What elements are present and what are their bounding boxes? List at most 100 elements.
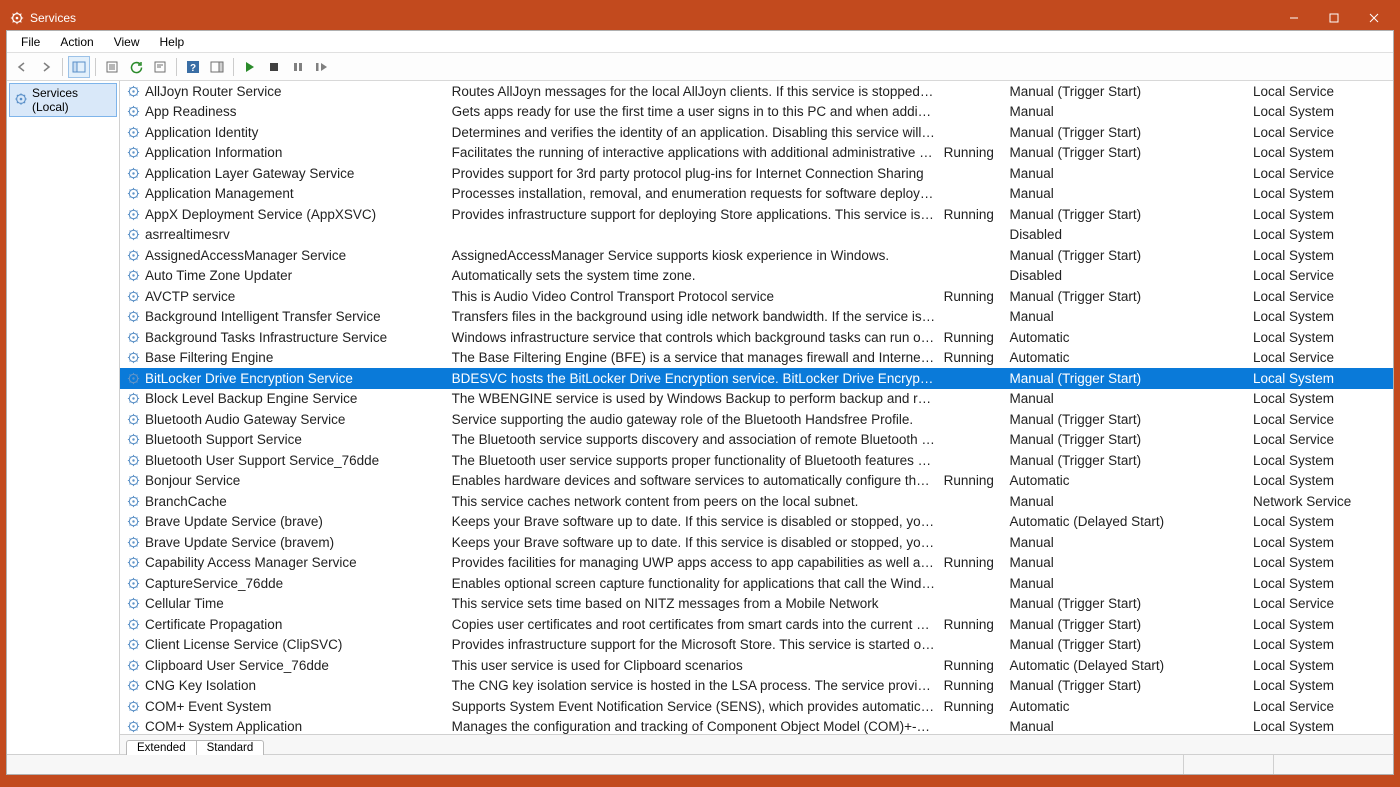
service-row[interactable]: Certificate PropagationCopies user certi…: [120, 614, 1393, 635]
service-row[interactable]: Client License Service (ClipSVC) Provides…: [120, 635, 1393, 656]
service-startup-type: Manual: [1008, 307, 1251, 328]
service-row[interactable]: Bluetooth Audio Gateway ServiceService s…: [120, 409, 1393, 430]
service-row[interactable]: Capability Access Manager ServiceProvide…: [120, 553, 1393, 574]
service-row[interactable]: COM+ System ApplicationManages the confi…: [120, 717, 1393, 735]
service-description: This is Audio Video Control Transport Pr…: [450, 286, 942, 307]
service-row[interactable]: Base Filtering EngineThe Base Filtering …: [120, 348, 1393, 369]
service-row[interactable]: Background Tasks Infrastructure ServiceW…: [120, 327, 1393, 348]
tab-standard[interactable]: Standard: [196, 740, 265, 755]
service-logon-as: Local Service: [1251, 122, 1393, 143]
pause-service-button[interactable]: [287, 56, 309, 78]
service-row[interactable]: Brave Update Service (bravem)Keeps your …: [120, 532, 1393, 553]
service-logon-as: Local Service: [1251, 81, 1393, 102]
service-status: [942, 594, 1008, 615]
service-gear-icon: [126, 678, 141, 693]
service-gear-icon: [126, 596, 141, 611]
service-status: [942, 122, 1008, 143]
status-section: [1183, 755, 1273, 774]
service-row[interactable]: Bluetooth Support ServiceThe Bluetooth s…: [120, 430, 1393, 451]
menu-help[interactable]: Help: [150, 33, 195, 51]
menu-action[interactable]: Action: [50, 33, 103, 51]
service-logon-as: Local System: [1251, 225, 1393, 246]
service-row[interactable]: Application InformationFacilitates the r…: [120, 143, 1393, 164]
service-row[interactable]: Background Intelligent Transfer ServiceT…: [120, 307, 1393, 328]
service-description: Provides infrastructure support for the …: [450, 635, 942, 656]
service-logon-as: Local System: [1251, 471, 1393, 492]
service-row[interactable]: AVCTP serviceThis is Audio Video Control…: [120, 286, 1393, 307]
service-row[interactable]: Block Level Backup Engine ServiceThe WBE…: [120, 389, 1393, 410]
service-gear-icon: [126, 330, 141, 345]
service-status: Running: [942, 553, 1008, 574]
service-row[interactable]: Auto Time Zone UpdaterAutomatically sets…: [120, 266, 1393, 287]
restart-service-button[interactable]: [311, 56, 333, 78]
service-row[interactable]: Bonjour ServiceEnables hardware devices …: [120, 471, 1393, 492]
services-list-scroll[interactable]: AllJoyn Router ServiceRoutes AllJoyn mes…: [120, 81, 1393, 734]
service-gear-icon: [126, 514, 141, 529]
service-startup-type: Automatic: [1008, 696, 1251, 717]
service-name: COM+ System Application: [145, 719, 302, 734]
service-gear-icon: [126, 186, 141, 201]
start-service-button[interactable]: [239, 56, 261, 78]
service-name: Client License Service (ClipSVC): [145, 637, 342, 652]
refresh-button[interactable]: [125, 56, 147, 78]
service-logon-as: Local Service: [1251, 430, 1393, 451]
service-row[interactable]: Cellular TimeThis service sets time base…: [120, 594, 1393, 615]
service-startup-type: Manual: [1008, 491, 1251, 512]
service-row[interactable]: AssignedAccessManager ServiceAssignedAcc…: [120, 245, 1393, 266]
service-row[interactable]: CNG Key IsolationThe CNG key isolation s…: [120, 676, 1393, 697]
service-description: Gets apps ready for use the first time a…: [450, 102, 942, 123]
service-gear-icon: [126, 371, 141, 386]
service-row[interactable]: AppX Deployment Service (AppXSVC)Provide…: [120, 204, 1393, 225]
show-hide-tree-button[interactable]: [68, 56, 90, 78]
service-status: [942, 512, 1008, 533]
minimize-button[interactable]: [1274, 6, 1314, 30]
service-row[interactable]: App Readiness Gets apps ready for use the…: [120, 102, 1393, 123]
service-row[interactable]: Application IdentityDetermines and verif…: [120, 122, 1393, 143]
stop-service-button[interactable]: [263, 56, 285, 78]
service-gear-icon: [126, 576, 141, 591]
service-status: [942, 307, 1008, 328]
titlebar: Services: [6, 6, 1394, 30]
service-status: Running: [942, 204, 1008, 225]
service-logon-as: Local System: [1251, 635, 1393, 656]
service-logon-as: Local System: [1251, 717, 1393, 735]
show-hide-action-pane-button[interactable]: [206, 56, 228, 78]
help-button[interactable]: ?: [182, 56, 204, 78]
service-row[interactable]: AllJoyn Router ServiceRoutes AllJoyn mes…: [120, 81, 1393, 102]
toolbar: ?: [7, 53, 1393, 81]
service-row[interactable]: BranchCacheThis service caches network c…: [120, 491, 1393, 512]
forward-button[interactable]: [35, 56, 57, 78]
service-row[interactable]: CaptureService_76ddeEnables optional scr…: [120, 573, 1393, 594]
export-list-button[interactable]: [101, 56, 123, 78]
service-startup-type: Manual: [1008, 573, 1251, 594]
service-row[interactable]: Bluetooth User Support Service_76ddeThe …: [120, 450, 1393, 471]
properties-button[interactable]: [149, 56, 171, 78]
menu-file[interactable]: File: [11, 33, 50, 51]
service-description: Windows infrastructure service that cont…: [450, 327, 942, 348]
service-status: [942, 450, 1008, 471]
service-name: Background Intelligent Transfer Service: [145, 309, 381, 324]
service-logon-as: Local System: [1251, 553, 1393, 574]
service-name: CNG Key Isolation: [145, 678, 256, 693]
service-row[interactable]: Application ManagementProcesses installa…: [120, 184, 1393, 205]
service-startup-type: Automatic: [1008, 348, 1251, 369]
service-row[interactable]: Brave Update Service (brave)Keeps your B…: [120, 512, 1393, 533]
close-button[interactable]: [1354, 6, 1394, 30]
service-row[interactable]: Application Layer Gateway ServiceProvide…: [120, 163, 1393, 184]
service-row[interactable]: COM+ Event SystemSupports System Event N…: [120, 696, 1393, 717]
maximize-button[interactable]: [1314, 6, 1354, 30]
service-row[interactable]: Clipboard User Service_76ddeThis user se…: [120, 655, 1393, 676]
service-row[interactable]: asrrealtimesrvDisabledLocal System: [120, 225, 1393, 246]
tab-extended[interactable]: Extended: [126, 740, 197, 755]
service-startup-type: Automatic: [1008, 327, 1251, 348]
service-startup-type: Manual (Trigger Start): [1008, 245, 1251, 266]
service-name: COM+ Event System: [145, 699, 271, 714]
service-description: Keeps your Brave software up to date. If…: [450, 532, 942, 553]
service-description: This service caches network content from…: [450, 491, 942, 512]
menu-view[interactable]: View: [104, 33, 150, 51]
service-name: App Readiness: [145, 104, 237, 119]
back-button[interactable]: [11, 56, 33, 78]
service-row[interactable]: BitLocker Drive Encryption ServiceBDESVC…: [120, 368, 1393, 389]
service-gear-icon: [126, 473, 141, 488]
tree-node-services-local[interactable]: Services (Local): [9, 83, 117, 117]
